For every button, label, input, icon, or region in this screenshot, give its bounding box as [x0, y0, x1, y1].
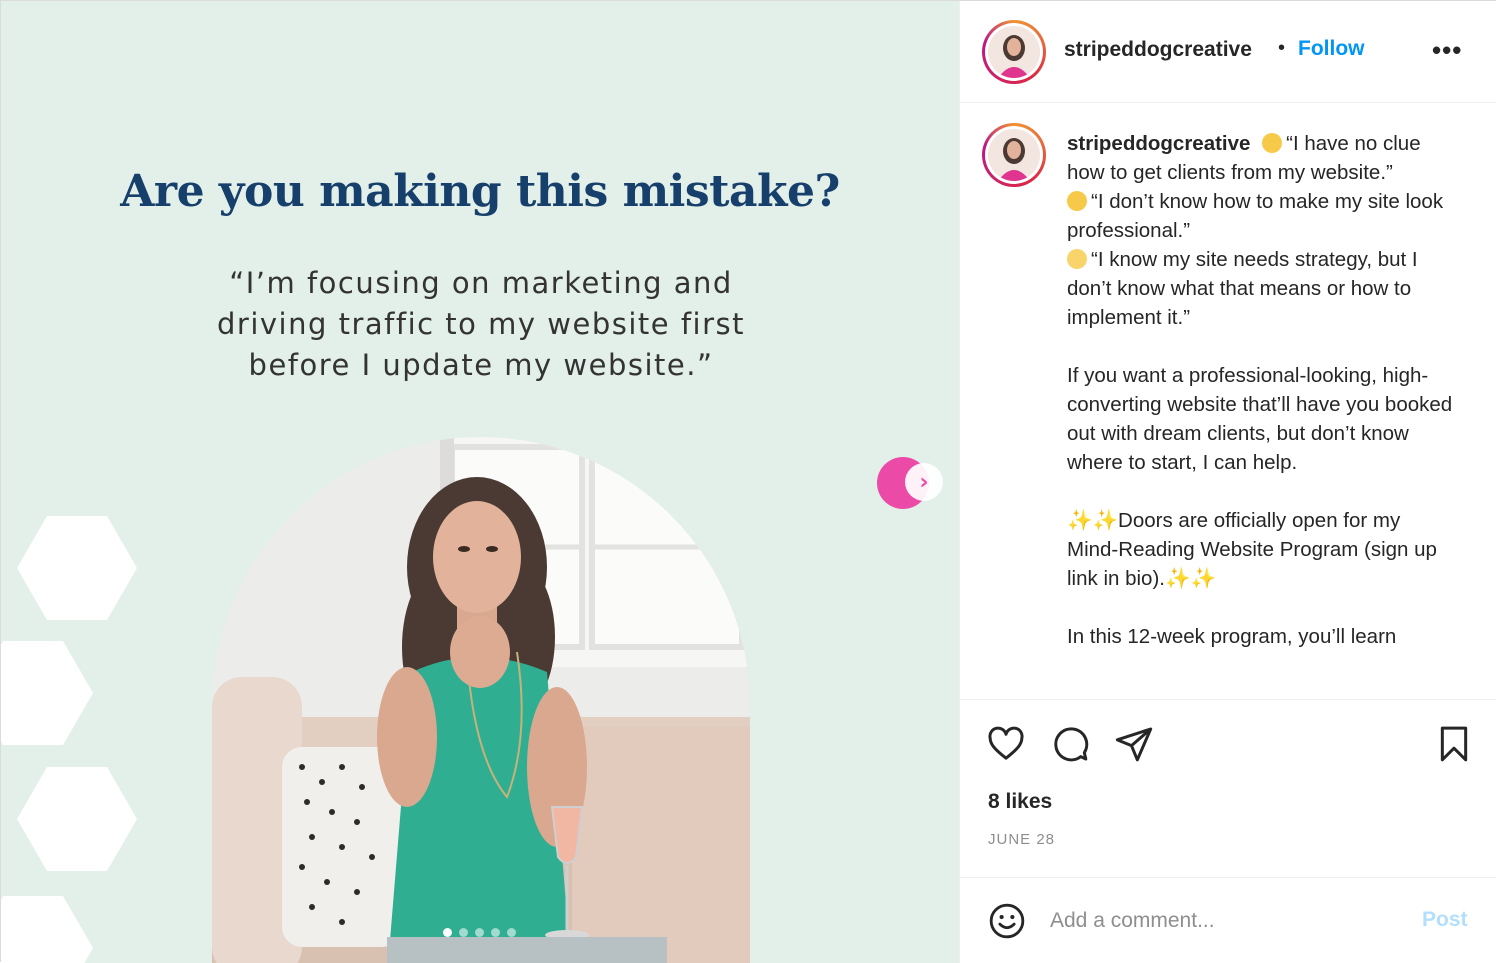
- more-options-icon[interactable]: •••: [1432, 35, 1462, 66]
- post-comment-button[interactable]: Post: [1422, 908, 1468, 932]
- caption-line-2: “I don’t know how to make my site look p…: [1067, 190, 1449, 242]
- comment-icon[interactable]: [1050, 724, 1090, 764]
- carousel-dot: [475, 928, 484, 937]
- decorative-hexagon: [17, 767, 137, 871]
- post-media[interactable]: Are you making this mistake? “I’m focusi…: [1, 1, 959, 963]
- bookmark-icon[interactable]: [1434, 724, 1474, 764]
- post-date[interactable]: JUNE 28: [988, 831, 1055, 848]
- slide-headline: Are you making this mistake?: [120, 166, 840, 217]
- header-separator: •: [1278, 37, 1286, 59]
- post-actions: 8 likes JUNE 28: [960, 699, 1496, 877]
- decorative-hexagon: [1, 896, 93, 963]
- avatar-image: [988, 129, 1040, 181]
- grimacing-emoji-icon: [1262, 133, 1283, 153]
- carousel-next-button[interactable]: ›: [905, 463, 943, 501]
- comment-input[interactable]: [1050, 906, 1390, 936]
- post-header: stripeddogcreative • Follow •••: [960, 1, 1496, 103]
- woman-photo-illustration: [212, 437, 750, 963]
- carousel-dot: [459, 928, 468, 937]
- carousel-dot: [507, 928, 516, 937]
- hushed-emoji-icon: [1067, 249, 1087, 269]
- carousel-indicator: [443, 928, 516, 937]
- header-username[interactable]: stripeddogcreative: [1064, 38, 1252, 62]
- caption-avatar[interactable]: [982, 123, 1046, 187]
- decorative-hexagon: [1, 641, 93, 745]
- comment-bar: Post: [960, 877, 1496, 963]
- chevron-right-icon: ›: [919, 469, 929, 495]
- heart-icon[interactable]: [986, 724, 1026, 764]
- post-side-panel: stripeddogcreative • Follow ••• stripedd…: [959, 1, 1496, 963]
- caption-username[interactable]: stripeddogcreative: [1067, 132, 1250, 155]
- caption-paragraph-3: In this 12-week program, you’ll learn: [1067, 625, 1397, 648]
- post-caption: stripeddogcreative “I have no clue how t…: [1067, 129, 1457, 651]
- arch-photo: [212, 437, 750, 963]
- caption-scroll-area[interactable]: stripeddogcreative “I have no clue how t…: [960, 103, 1496, 699]
- carousel-dot: [491, 928, 500, 937]
- emoji-icon[interactable]: [988, 902, 1026, 940]
- woozy-emoji-icon: [1067, 191, 1087, 211]
- share-icon[interactable]: [1114, 724, 1154, 764]
- like-count[interactable]: 8 likes: [988, 790, 1052, 814]
- profile-avatar[interactable]: [982, 20, 1046, 84]
- caption-line-3: “I know my site needs strategy, but I do…: [1067, 248, 1424, 329]
- caption-paragraph-2: ✨✨Doors are officially open for my Mind-…: [1067, 509, 1443, 590]
- carousel-dot-active: [443, 928, 452, 937]
- caption-paragraph-1: If you want a professional-looking, high…: [1067, 364, 1458, 474]
- avatar-image: [988, 26, 1040, 78]
- decorative-hexagon: [17, 516, 137, 620]
- slide-quote: “I’m focusing on marketing and driving t…: [216, 266, 745, 382]
- post-modal: Are you making this mistake? “I’m focusi…: [0, 0, 1496, 963]
- follow-button[interactable]: Follow: [1298, 37, 1365, 61]
